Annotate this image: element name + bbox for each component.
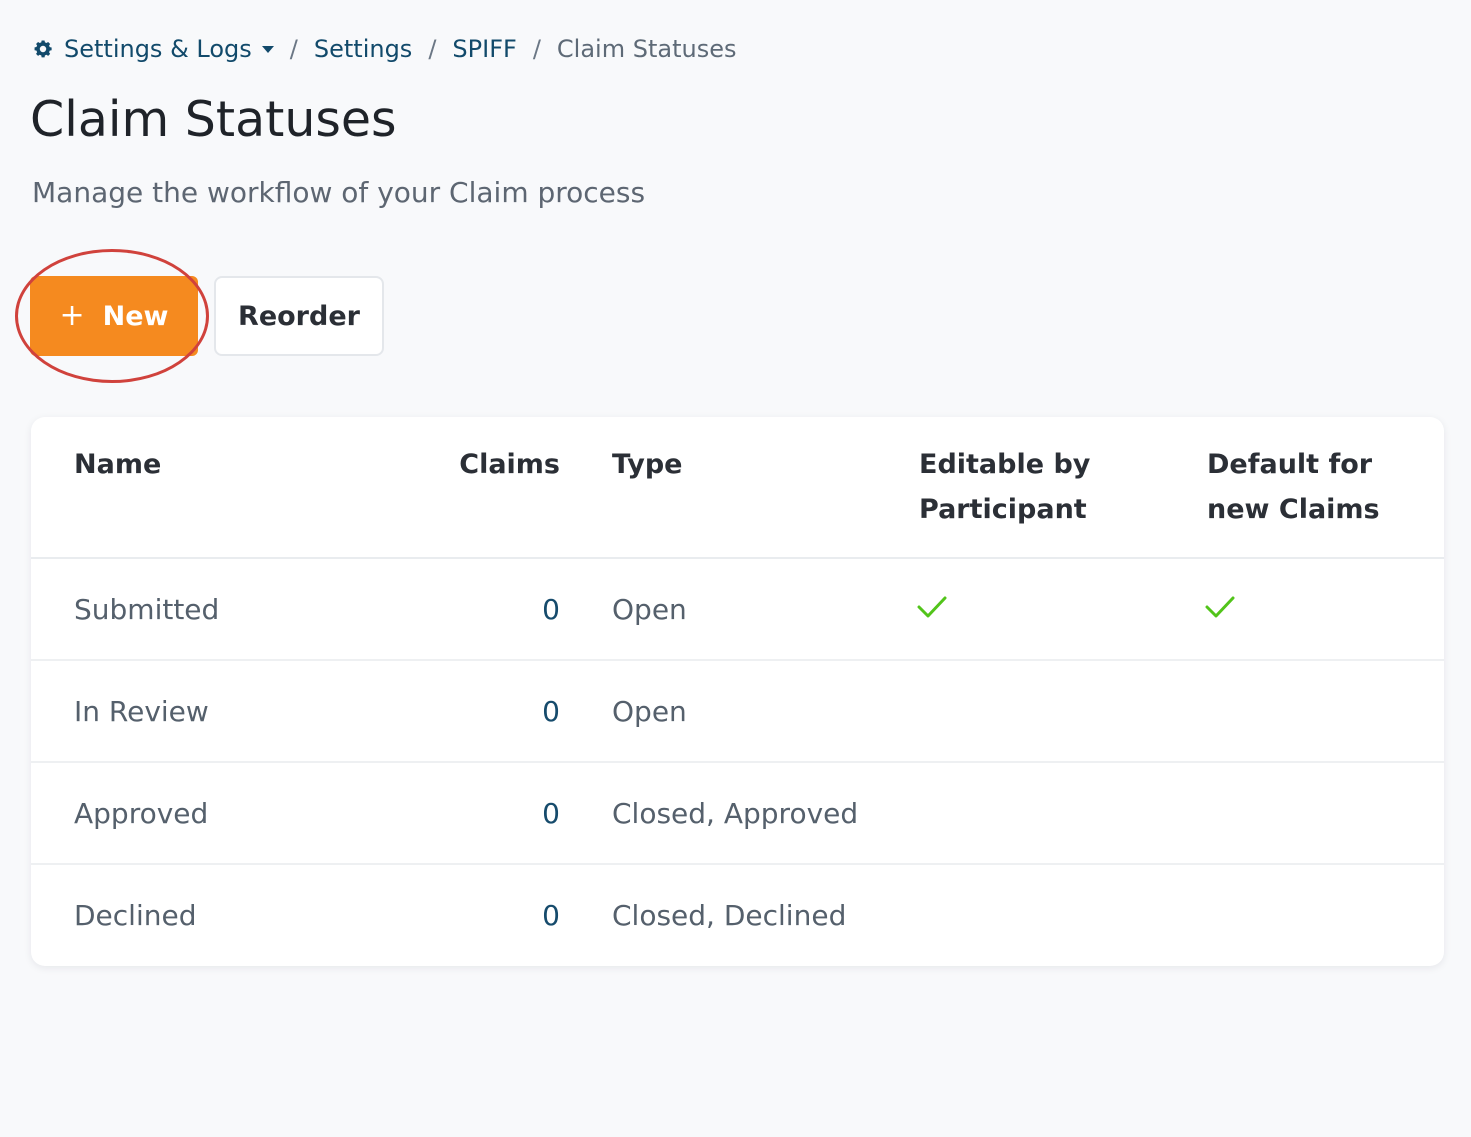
reorder-button[interactable]: Reorder bbox=[214, 276, 384, 356]
checkmark-icon bbox=[917, 593, 947, 617]
breadcrumb-separator: / bbox=[428, 35, 437, 63]
breadcrumb-settings[interactable]: Settings bbox=[314, 33, 412, 65]
checkmark-icon bbox=[1205, 593, 1235, 617]
new-button-label: New bbox=[102, 300, 169, 332]
cell-type: Open bbox=[612, 558, 919, 661]
column-spacer bbox=[560, 417, 612, 559]
claim-statuses-table-card: Name Claims Type Editable by Participant… bbox=[31, 417, 1444, 966]
column-header-claims[interactable]: Claims bbox=[423, 417, 560, 559]
table-header-row: Name Claims Type Editable by Participant… bbox=[31, 417, 1444, 559]
cell-claims: 0 bbox=[423, 762, 560, 865]
cell-default bbox=[1207, 864, 1444, 966]
cell-claims: 0 bbox=[542, 899, 560, 932]
table-row[interactable]: Approved 0 Closed, Approved bbox=[31, 762, 1444, 865]
table-row[interactable]: Submitted 0 Open bbox=[31, 558, 1444, 661]
cell-editable bbox=[919, 660, 1207, 763]
gear-icon bbox=[32, 38, 54, 60]
table-body: Submitted 0 Open In Review 0 Open Approved 0 Clo… bbox=[31, 558, 1444, 966]
toolbar: + New Reorder bbox=[30, 276, 384, 356]
claim-statuses-page: Settings & Logs / Settings / SPIFF / Cla… bbox=[0, 0, 1471, 1137]
cell-type: Open bbox=[612, 660, 919, 763]
table-row[interactable]: Declined 0 Closed, Declined bbox=[31, 864, 1444, 966]
new-button[interactable]: + New bbox=[30, 276, 198, 356]
breadcrumb-label: Settings & Logs bbox=[64, 35, 252, 63]
page-subtitle: Manage the workflow of your Claim proces… bbox=[32, 176, 646, 209]
column-header-type[interactable]: Type bbox=[612, 417, 919, 559]
breadcrumb: Settings & Logs / Settings / SPIFF / Cla… bbox=[32, 33, 736, 65]
cell-editable bbox=[919, 864, 1207, 966]
cell-default bbox=[1205, 558, 1444, 661]
cell-name[interactable]: Submitted bbox=[31, 558, 423, 661]
cell-spacer bbox=[560, 558, 612, 661]
cell-default bbox=[1207, 762, 1444, 865]
cell-type: Closed, Declined bbox=[612, 899, 847, 932]
column-header-editable[interactable]: Editable by Participant bbox=[919, 417, 1207, 559]
cell-name[interactable]: Approved bbox=[31, 762, 423, 865]
cell-claims: 0 bbox=[423, 660, 560, 763]
caret-down-icon bbox=[261, 45, 274, 53]
breadcrumb-separator: / bbox=[532, 35, 541, 63]
cell-spacer bbox=[560, 864, 612, 966]
breadcrumb-separator: / bbox=[289, 35, 298, 63]
cell-name[interactable]: In Review bbox=[31, 660, 423, 763]
breadcrumb-spiff[interactable]: SPIFF bbox=[452, 33, 516, 65]
cell-default bbox=[1207, 660, 1444, 763]
table-row[interactable]: In Review 0 Open bbox=[31, 660, 1444, 763]
cell-claims: 0 bbox=[423, 558, 560, 661]
breadcrumb-settings-logs[interactable]: Settings & Logs bbox=[32, 33, 274, 65]
claim-statuses-table: Name Claims Type Editable by Participant… bbox=[31, 417, 1444, 966]
column-header-name[interactable]: Name bbox=[31, 417, 423, 559]
cell-type: Closed, Approved bbox=[612, 762, 919, 865]
breadcrumb-current: Claim Statuses bbox=[556, 35, 737, 63]
cell-editable bbox=[917, 558, 1207, 661]
cell-editable bbox=[919, 762, 1207, 865]
cell-spacer bbox=[560, 660, 612, 763]
column-header-default[interactable]: Default for new Claims bbox=[1207, 417, 1444, 559]
page-title: Claim Statuses bbox=[30, 91, 397, 148]
plus-icon: + bbox=[59, 298, 85, 333]
cell-name[interactable]: Declined bbox=[31, 864, 423, 966]
cell-spacer bbox=[560, 762, 612, 865]
